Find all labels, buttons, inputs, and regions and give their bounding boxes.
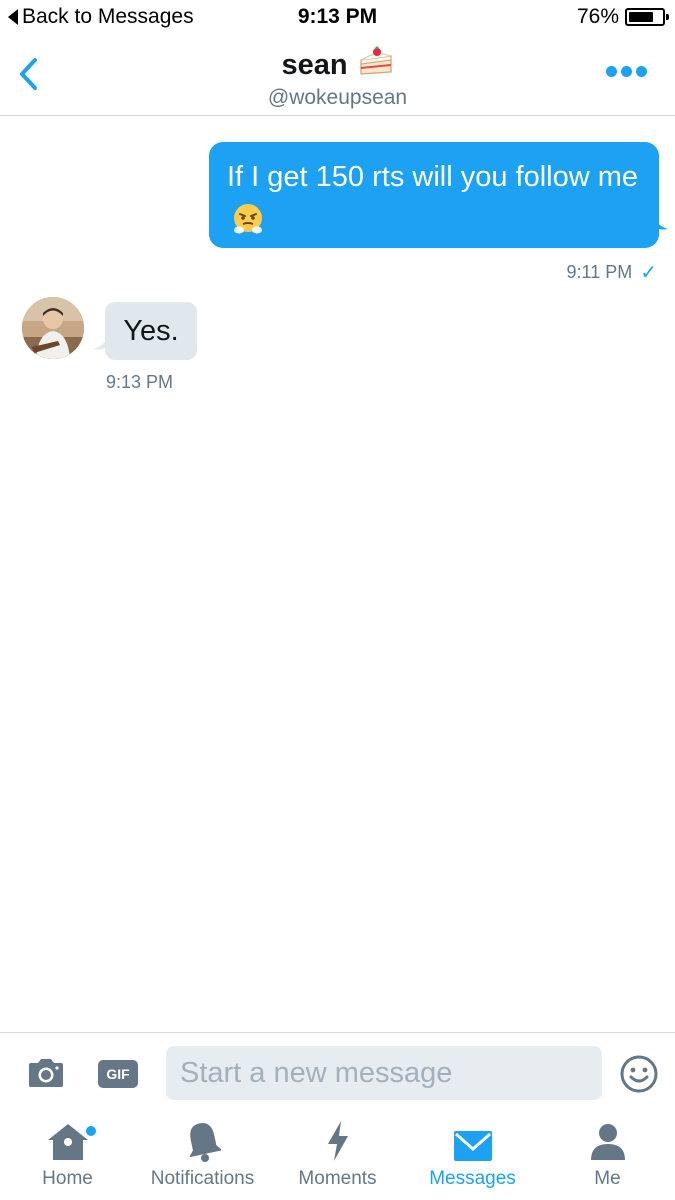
status-bar: Back to Messages 9:13 PM 76% [0,0,675,38]
tab-home[interactable]: Home [0,1114,135,1200]
tab-notifications-label: Notifications [150,1168,255,1189]
camera-icon[interactable] [26,1057,66,1089]
tab-home-label: Home [42,1168,93,1189]
outgoing-bubble-tail [652,211,668,230]
gif-button[interactable]: GIF [98,1060,138,1088]
outgoing-message-meta: 9:11 PM ✓ [567,260,657,285]
incoming-message-text: Yes. [123,314,179,347]
status-time: 9:13 PM [297,5,378,28]
battery-icon [625,8,669,26]
conversation-title: sean @wokeupsean [0,45,675,110]
shortcake-icon [358,45,394,84]
more-dots-icon[interactable] [606,66,647,77]
contact-name: sean [281,48,348,81]
contact-name-row: sean [281,45,394,84]
more-dot [621,66,632,77]
tab-moments-label: Moments [298,1168,377,1189]
tab-bar: Home Notifications Moments Messages Me [0,1114,675,1200]
bell-icon [185,1114,221,1164]
tab-me[interactable]: Me [540,1114,675,1200]
person-icon [589,1114,627,1164]
outgoing-message-text: If I get 150 rts will you follow me [227,161,638,193]
battery-percent: 76% [576,5,619,28]
message-composer: GIF [0,1032,675,1114]
conversation-header: sean @wokeupsean [0,38,675,116]
checkmark-icon: ✓ [640,262,657,284]
lightning-icon [325,1114,351,1164]
tab-moments[interactable]: Moments [270,1114,405,1200]
envelope-icon [453,1114,493,1164]
battery-cap [666,14,669,20]
incoming-message-time: 9:13 PM [106,372,174,392]
battery-fill [629,12,654,22]
contact-handle: @wokeupsean [267,86,408,109]
tab-me-label: Me [594,1168,621,1189]
status-right: 76% [576,5,669,29]
tab-messages-label: Messages [429,1168,516,1189]
message-thread: If I get 150 rts will you follow me 9:11… [0,117,675,1031]
home-badge-dot [86,1126,96,1136]
more-dot [606,66,617,77]
more-dot [636,66,647,77]
tab-messages[interactable]: Messages [405,1114,540,1200]
outgoing-message-time: 9:11 PM [566,262,633,282]
home-icon [46,1114,90,1164]
emoji-icon[interactable] [619,1054,659,1094]
tab-notifications[interactable]: Notifications [135,1114,270,1200]
face-with-steam-icon [231,202,265,236]
avatar[interactable] [22,297,84,359]
outgoing-message-bubble[interactable]: If I get 150 rts will you follow me [209,142,659,248]
incoming-message-bubble[interactable]: Yes. [105,302,197,360]
new-message-input[interactable] [166,1046,602,1100]
